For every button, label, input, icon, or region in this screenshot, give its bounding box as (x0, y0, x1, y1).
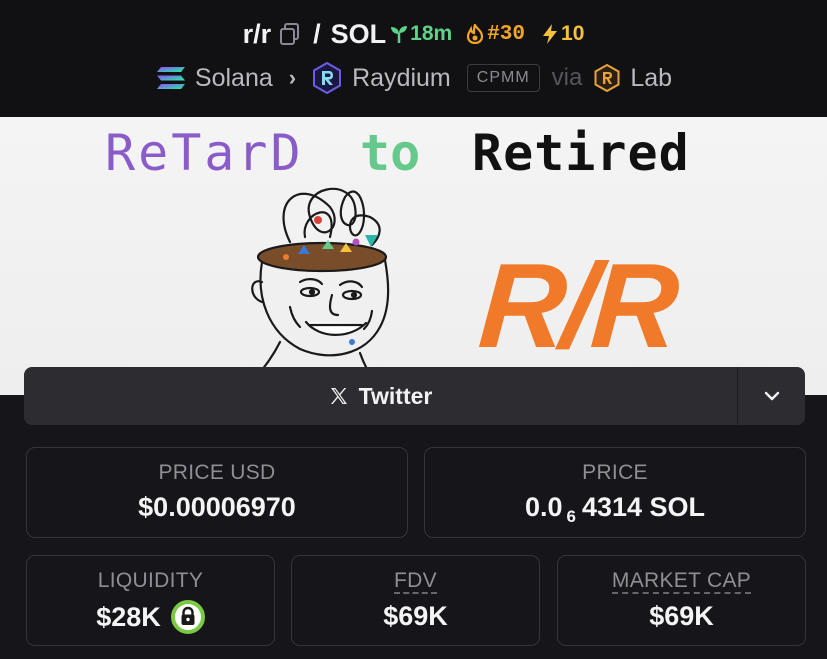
twitter-button[interactable]: Twitter (24, 367, 737, 425)
liquidity-card: LIQUIDITY $28K (26, 555, 275, 646)
banner-word-to: to (360, 124, 420, 182)
price-usd-value: $0.00006970 (138, 492, 296, 522)
market-cap-value: $69K (649, 601, 714, 632)
lab-logo-icon (594, 64, 620, 92)
dex-link[interactable]: Raydium (312, 62, 451, 94)
price-native-value: 0.0 6 4314 SOL (425, 492, 805, 526)
flame-icon (467, 24, 484, 44)
launchpad-name: Lab (630, 63, 673, 92)
fdv-card: FDV $69K (291, 555, 540, 646)
chevron-down-icon (764, 391, 779, 401)
price-native-zero-count: 6 (566, 506, 576, 526)
liquidity-value: $28K (96, 601, 161, 632)
market-cap-card: MARKET CAP $69K (557, 555, 806, 646)
banner-big-rr: R/R (475, 239, 682, 373)
liquidity-label: LIQUIDITY (97, 569, 204, 592)
raydium-logo-icon (313, 62, 342, 94)
fdv-value: $69K (383, 601, 448, 632)
launchpad-link[interactable]: Lab (594, 64, 672, 93)
dex-name: Raydium (352, 63, 451, 92)
trending-rank[interactable]: #30 (466, 23, 525, 46)
token-ticker: r/r (242, 18, 272, 49)
price-usd-card: PRICE USD $0.00006970 (26, 447, 408, 538)
quote-token: SOL (330, 18, 387, 49)
token-banner-image: ReTarD to Retired R/R (0, 117, 827, 395)
banner-word-retard: ReTarD (105, 124, 304, 182)
price-native-label: PRICE (582, 461, 648, 484)
chain-link[interactable]: Solana (155, 64, 273, 93)
twitter-label: Twitter (358, 382, 433, 409)
trending-rank-value: #30 (487, 22, 526, 46)
price-native-card: PRICE 0.0 6 4314 SOL (424, 447, 806, 538)
sprout-icon (391, 26, 408, 43)
market-cap-label[interactable]: MARKET CAP (611, 569, 752, 595)
social-links-bar: Twitter (24, 367, 805, 425)
pool-type-badge: CPMM (466, 64, 540, 92)
pair-header: r/r / SOL 18m #30 10 Solana › Raydium CP… (0, 0, 827, 117)
price-native-tail: 4314 SOL (581, 492, 706, 522)
fdv-label[interactable]: FDV (394, 569, 437, 595)
social-dropdown-toggle[interactable] (738, 367, 805, 425)
solana-logo-icon (156, 67, 185, 89)
pair-age-value: 18m (410, 22, 453, 45)
lock-icon[interactable] (170, 600, 205, 634)
boost-count-value: 10 (561, 22, 585, 45)
chevron-right-icon: › (288, 65, 297, 90)
price-usd-label: PRICE USD (158, 461, 276, 484)
pair-source-row: Solana › Raydium CPMM via Lab (0, 58, 827, 98)
pair-age: 18m (390, 22, 452, 46)
via-label: via (551, 64, 583, 91)
lightning-icon (543, 24, 558, 44)
banner-word-retired: Retired (472, 124, 690, 182)
pair-separator: / (313, 18, 321, 49)
x-logo-icon (330, 388, 347, 404)
boost-count[interactable]: 10 (541, 22, 584, 46)
chain-name: Solana (194, 63, 273, 92)
pair-title-row: r/r / SOL 18m #30 10 (0, 14, 827, 54)
copy-icon[interactable] (277, 21, 303, 47)
liquidity-value-row: $28K (27, 600, 274, 634)
price-native-lead: 0.0 (524, 492, 563, 522)
